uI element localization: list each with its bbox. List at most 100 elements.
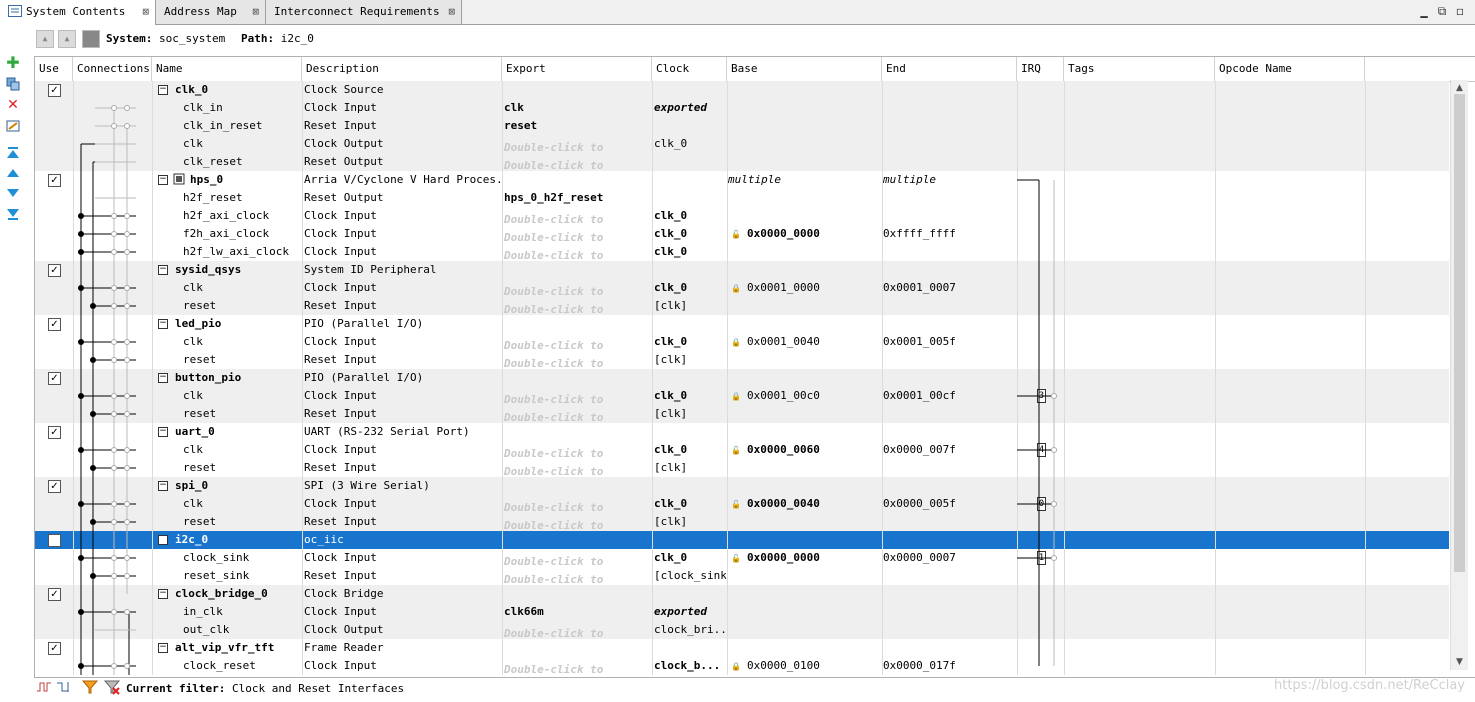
clock-cell[interactable]: clk_0 (654, 225, 726, 243)
interface-row[interactable]: clk Clock Input Double-click to clk_0 🔒 0x000… (35, 387, 1449, 406)
clock-filter-icon[interactable] (36, 679, 54, 698)
interface-row[interactable]: clock_reset Clock Input Double-click to clo… (35, 657, 1449, 676)
base-cell[interactable]: 🔓 0x0000_0000 (731, 549, 820, 567)
use-checkbox[interactable]: ✓ (48, 264, 61, 277)
collapse-icon[interactable]: − (158, 643, 168, 653)
interface-row[interactable]: reset_sink Reset Input Double-click to [clo… (35, 567, 1449, 586)
interface-row[interactable]: clk Clock Input Double-click to clk_0 🔒 0x000… (35, 279, 1449, 298)
collapse-icon[interactable]: − (158, 427, 168, 437)
interface-row[interactable]: clk Clock Input Double-click to clk_0 🔒 0x000… (35, 333, 1449, 352)
tab-interconnect-requirements[interactable]: Interconnect Requirements ⊠ (266, 0, 462, 24)
use-checkbox[interactable]: ✓ (48, 318, 61, 331)
remove-icon[interactable]: ✕ (6, 98, 20, 112)
add-component-icon[interactable]: ✚ (6, 55, 20, 71)
clock-cell[interactable]: [clk] (654, 459, 726, 477)
module-row[interactable]: ✓ − sysid_qsys System ID Peripheral (35, 261, 1449, 279)
clock-cell[interactable]: clk_0 (654, 387, 726, 405)
vertical-scrollbar[interactable]: ▲ ▼ (1450, 80, 1468, 670)
lock-closed-icon[interactable]: 🔒 (731, 338, 741, 347)
module-row[interactable]: ✓ − clk_0 Clock Source (35, 81, 1449, 99)
collapse-icon[interactable]: − (158, 481, 168, 491)
export-cell[interactable]: reset (504, 117, 537, 135)
use-checkbox[interactable]: ✓ (48, 84, 61, 97)
interface-row[interactable]: clk Clock Input Double-click to clk_0 🔓 0x000… (35, 495, 1449, 514)
column-header-description[interactable]: Description (302, 57, 502, 81)
lock-closed-icon[interactable]: 🔒 (731, 662, 741, 671)
column-header-connections[interactable]: Connections (73, 57, 152, 81)
base-cell[interactable]: 🔓 0x0000_0040 (731, 495, 820, 513)
export-cell[interactable]: clk (504, 99, 524, 117)
export-cell[interactable]: clk66m (504, 603, 544, 621)
column-header-irq[interactable]: IRQ (1017, 57, 1064, 81)
export-cell[interactable]: hps_0_h2f_reset (504, 189, 603, 207)
lock-closed-icon[interactable]: 🔒 (731, 392, 741, 401)
clock-cell[interactable]: [clock_sink] (654, 567, 726, 585)
module-row[interactable]: ✓ − hps_0 Arria V/Cyclone V Hard Proces... m… (35, 171, 1449, 189)
interface-row[interactable]: reset Reset Input Double-click to [clk] (35, 351, 1449, 370)
restore-icon[interactable]: ⧉ (1433, 4, 1451, 19)
maximize-icon[interactable]: ◻ (1451, 4, 1469, 18)
interface-row[interactable]: clock_sink Clock Input Double-click to clk_… (35, 549, 1449, 568)
interface-row[interactable]: h2f_axi_clock Clock Input Double-click to c… (35, 207, 1449, 226)
lock-open-icon[interactable]: 🔓 (731, 446, 741, 455)
clock-cell[interactable]: clk_0 (654, 333, 726, 351)
module-row[interactable]: ✓ − alt_vip_vfr_tft Frame Reader (35, 639, 1449, 657)
interface-row[interactable]: h2f_reset Reset Output hps_0_h2f_reset (35, 189, 1449, 207)
move-up-arrow-icon[interactable] (6, 166, 20, 180)
module-row[interactable]: ✓ − clock_bridge_0 Clock Bridge (35, 585, 1449, 603)
clock-cell[interactable]: clk_0 (654, 135, 726, 153)
use-checkbox[interactable]: ✓ (48, 480, 61, 493)
hierarchy-icon[interactable] (82, 30, 100, 48)
move-top-icon[interactable]: ▲ (36, 30, 54, 48)
use-checkbox[interactable]: ✓ (48, 642, 61, 655)
move-to-top-icon[interactable] (6, 146, 20, 160)
irq-number[interactable]: 4 (1037, 443, 1046, 457)
interface-row[interactable]: h2f_lw_axi_clock Clock Input Double-click … (35, 243, 1449, 262)
collapse-icon[interactable]: − (158, 175, 168, 185)
collapse-icon[interactable]: − (158, 373, 168, 383)
use-checkbox[interactable]: ✓ (48, 534, 61, 547)
module-row[interactable]: ✓ − spi_0 SPI (3 Wire Serial) (35, 477, 1449, 495)
irq-number[interactable]: 0 (1037, 497, 1046, 511)
clock-cell[interactable]: [clk] (654, 405, 726, 423)
collapse-icon[interactable]: − (158, 535, 168, 545)
base-cell[interactable]: 🔒 0x0001_00c0 (731, 387, 820, 405)
lock-closed-icon[interactable]: 🔒 (731, 284, 741, 293)
minimize-icon[interactable]: ▁ (1415, 4, 1433, 18)
scroll-up-icon[interactable]: ▲ (1454, 82, 1465, 94)
base-cell[interactable]: multiple (728, 171, 781, 189)
interface-row[interactable]: clk_in_reset Reset Input reset (35, 117, 1449, 135)
interface-row[interactable]: reset Reset Input Double-click to [clk] (35, 405, 1449, 424)
column-header-name[interactable]: Name (152, 57, 302, 81)
move-down-arrow-icon[interactable] (6, 186, 20, 200)
close-icon[interactable]: ⊠ (448, 0, 455, 24)
clear-filter-icon[interactable] (103, 679, 121, 698)
interface-row[interactable]: in_clk Clock Input clk66m exported (35, 603, 1449, 621)
collapse-icon[interactable]: − (158, 265, 168, 275)
interface-row[interactable]: clk_in Clock Input clk exported (35, 99, 1449, 117)
clock-cell[interactable]: exported (654, 99, 726, 117)
reset-filter-icon[interactable] (56, 679, 74, 698)
use-checkbox[interactable]: ✓ (48, 174, 61, 187)
collapse-icon[interactable]: − (158, 589, 168, 599)
interface-row[interactable]: reset Reset Input Double-click to [clk] (35, 459, 1449, 478)
column-header-export[interactable]: Export (502, 57, 652, 81)
clock-cell[interactable]: clk_0 (654, 243, 726, 261)
duplicate-icon[interactable] (6, 77, 20, 91)
interface-row[interactable]: reset Reset Input Double-click to [clk] (35, 513, 1449, 532)
base-cell[interactable]: 🔓 0x0000_0000 (731, 225, 820, 243)
move-to-bottom-icon[interactable] (6, 207, 20, 221)
clock-cell[interactable]: clk_0 (654, 549, 726, 567)
scroll-thumb[interactable] (1454, 94, 1465, 572)
lock-open-icon[interactable]: 🔓 (731, 500, 741, 509)
move-up-icon[interactable]: ▲ (58, 30, 76, 48)
interface-row[interactable]: clk Clock Input Double-click to clk_0 🔓 0x000… (35, 441, 1449, 460)
column-header-opcode-name[interactable]: Opcode Name (1215, 57, 1365, 81)
module-row[interactable]: ✓ − button_pio PIO (Parallel I/O) (35, 369, 1449, 387)
clock-cell[interactable]: [clk] (654, 351, 726, 369)
clock-cell[interactable]: clock_b... (654, 657, 726, 675)
column-header-use[interactable]: Use (35, 57, 73, 81)
close-icon[interactable]: ⊠ (142, 0, 149, 24)
tab-address-map[interactable]: Address Map ⊠ (156, 0, 266, 24)
module-row[interactable]: ✓ − uart_0 UART (RS-232 Serial Port) (35, 423, 1449, 441)
